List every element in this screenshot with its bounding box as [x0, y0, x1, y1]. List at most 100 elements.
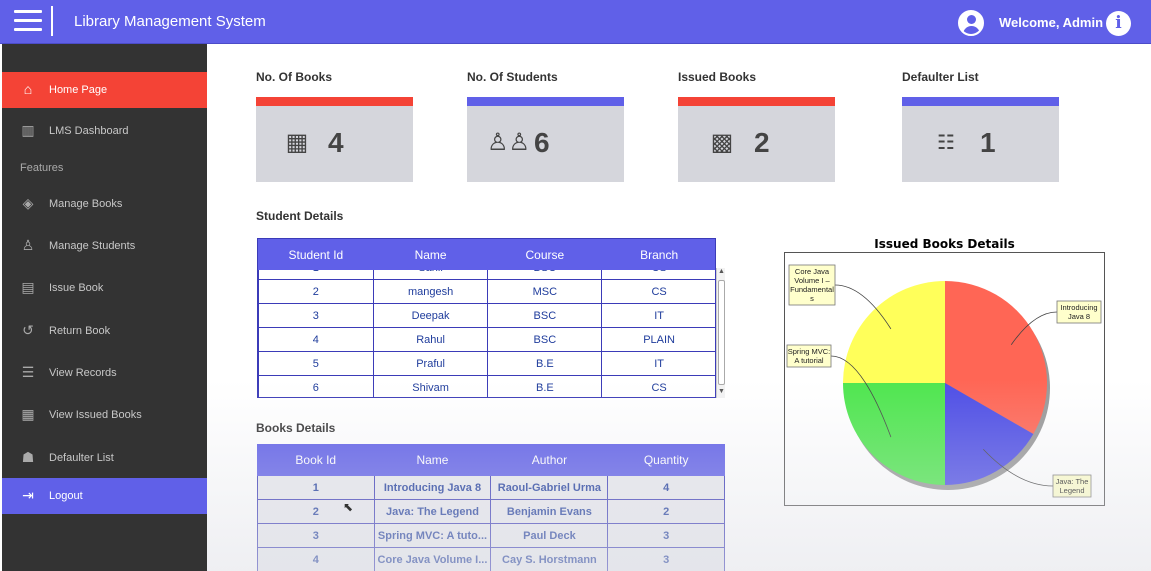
student-col-header[interactable]: Name	[372, 239, 489, 271]
student-details-title: Student Details	[256, 209, 344, 223]
stat-title-issued: Issued Books	[678, 70, 757, 84]
sidebar-item-lms-dashboard[interactable]: ▥ LMS Dashboard	[2, 113, 207, 149]
user-icon: ♙	[21, 237, 35, 253]
scroll-down-icon[interactable]: ▼	[718, 388, 725, 395]
library-icon: ▦	[285, 129, 309, 156]
cell: Shivam	[372, 375, 489, 397]
pie-callout-label: A tutorial	[794, 356, 824, 365]
hand-book-icon: ▩	[710, 129, 734, 156]
sidebar-item-logout[interactable]: ⇥ Logout	[2, 478, 207, 514]
cell: 1	[258, 270, 374, 280]
stat-card-accent-bar	[678, 97, 835, 106]
book-col-header[interactable]: Book Id	[257, 444, 375, 476]
table-row[interactable]: 1SahilBSCCS	[258, 270, 715, 280]
table-row[interactable]: 1 Introducing Java 8 Raoul-Gabriel Urma 4	[257, 475, 725, 500]
cell: BSC	[487, 327, 603, 352]
cell: IT	[601, 303, 715, 328]
sidebar-item-view-issued-books[interactable]: ▦ View Issued Books	[2, 397, 207, 433]
table-row[interactable]: 2 mangesh MSC CS	[258, 279, 715, 304]
cell: 3	[257, 523, 375, 548]
pie-callout-label: s	[810, 294, 814, 303]
sidebar-section-features: Features	[20, 162, 64, 174]
pie-callout-label: Fundamental	[790, 285, 834, 294]
student-table-viewport[interactable]: Student Id Name Course Branch 1SahilBSCC…	[257, 238, 716, 398]
people-icon: ♙♙	[487, 129, 531, 156]
pie-slice[interactable]	[843, 383, 945, 485]
cell: 5	[258, 351, 374, 376]
books-icon: ▦	[21, 406, 35, 422]
pie-callout-label: Volume I –	[794, 276, 830, 285]
sidebar-item-view-records[interactable]: ☰ View Records	[2, 355, 207, 391]
table-row[interactable]: 4 Rahul BSC PLAIN	[258, 327, 715, 352]
cell: Deepak	[372, 303, 489, 328]
book-col-header[interactable]: Author	[490, 444, 609, 476]
table-row[interactable]: 2 Java: The Legend Benjamin Evans 2	[257, 499, 725, 524]
pie-callout-label: Introducing	[1060, 303, 1097, 312]
cell: 2	[257, 499, 375, 524]
stat-value-books: 4	[328, 127, 344, 158]
pie-callout-label: Spring MVC:	[788, 347, 831, 356]
book-col-header[interactable]: Name	[373, 444, 492, 476]
table-row[interactable]: 5 Praful B.E IT	[258, 351, 715, 376]
sidebar-item-label: LMS Dashboard	[49, 125, 129, 137]
book-col-header[interactable]: Quantity	[607, 444, 725, 476]
sidebar-item-label: Return Book	[49, 325, 111, 337]
cell: 4	[257, 547, 375, 571]
cell: Spring MVC: A tuto...	[373, 523, 492, 548]
sidebar-item-label: Logout	[49, 490, 83, 502]
student-col-header[interactable]: Branch	[601, 239, 715, 271]
list-icon: ☰	[21, 364, 35, 380]
cell: 4	[258, 327, 374, 352]
student-col-header[interactable]: Student Id	[258, 239, 374, 271]
cell: Java: The Legend	[373, 499, 492, 524]
stat-title-books: No. Of Books	[256, 70, 333, 84]
scroll-up-icon[interactable]: ▲	[718, 268, 725, 275]
stat-value-issued: 2	[754, 127, 770, 158]
scrollbar-thumb[interactable]	[718, 280, 725, 385]
sidebar-item-return-book[interactable]: ↺ Return Book	[2, 313, 207, 349]
cell: CS	[601, 279, 715, 304]
stat-card-books: ▦ 4	[256, 97, 413, 182]
chart-title: Issued Books Details	[874, 237, 1015, 251]
app-title: Library Management System	[74, 13, 266, 30]
table-row[interactable]: 6 Shivam B.E CS	[258, 375, 715, 397]
pie-slice[interactable]	[843, 281, 945, 383]
sidebar-item-manage-students[interactable]: ♙ Manage Students	[2, 228, 207, 264]
stat-title-students: No. Of Students	[467, 70, 558, 84]
table-row[interactable]: 4 Core Java Volume I... Cay S. Horstmann 3	[257, 547, 725, 571]
user-avatar-icon[interactable]	[958, 10, 984, 36]
sidebar-item-label: View Records	[49, 367, 117, 379]
book-icon: ◈	[22, 195, 34, 211]
hamburger-menu-icon[interactable]	[14, 10, 42, 32]
cell: B.E	[487, 375, 603, 397]
group-icon: ☗	[21, 449, 35, 465]
cell: Benjamin Evans	[490, 499, 609, 524]
sidebar-item-label: View Issued Books	[49, 409, 142, 421]
stat-card-accent-bar	[467, 97, 624, 106]
info-icon[interactable]: i	[1106, 11, 1131, 36]
pie-callout-label: Java: The	[1056, 477, 1089, 486]
pie-callout-label: Legend	[1059, 486, 1084, 495]
student-col-header[interactable]: Course	[487, 239, 603, 271]
sidebar-item-issue-book[interactable]: ▤ Issue Book	[2, 270, 207, 306]
cell: 6	[258, 375, 374, 397]
cell: PLAIN	[601, 327, 715, 352]
cell: CS	[601, 270, 715, 280]
stat-card-defaulter: ☷ 1	[902, 97, 1059, 182]
table-row[interactable]: 3 Spring MVC: A tuto... Paul Deck 3	[257, 523, 725, 548]
student-table-body: 1SahilBSCCS 2mangeshMSCCS 3DeepakBSCIT 4…	[258, 270, 715, 397]
cell: 1	[257, 475, 375, 500]
sidebar-item-defaulter-list[interactable]: ☗ Defaulter List	[2, 440, 207, 476]
sidebar-item-manage-books[interactable]: ◈ Manage Books	[2, 186, 207, 222]
mouse-cursor-icon: ⬉	[343, 500, 354, 514]
student-table-scrollbar[interactable]: ▲ ▼	[716, 268, 725, 398]
cell: Raoul-Gabriel Urma	[490, 475, 609, 500]
cell: 3	[607, 523, 725, 548]
table-row[interactable]: 3 Deepak BSC IT	[258, 303, 715, 328]
sidebar-item-home[interactable]: ⌂ Home Page	[2, 72, 207, 108]
cell: MSC	[487, 279, 603, 304]
stat-card-issued: ▩ 2	[678, 97, 835, 182]
cell: 2	[258, 279, 374, 304]
cell: Rahul	[372, 327, 489, 352]
book-table: Book Id Name Author Quantity 1 Introducin…	[257, 444, 725, 571]
